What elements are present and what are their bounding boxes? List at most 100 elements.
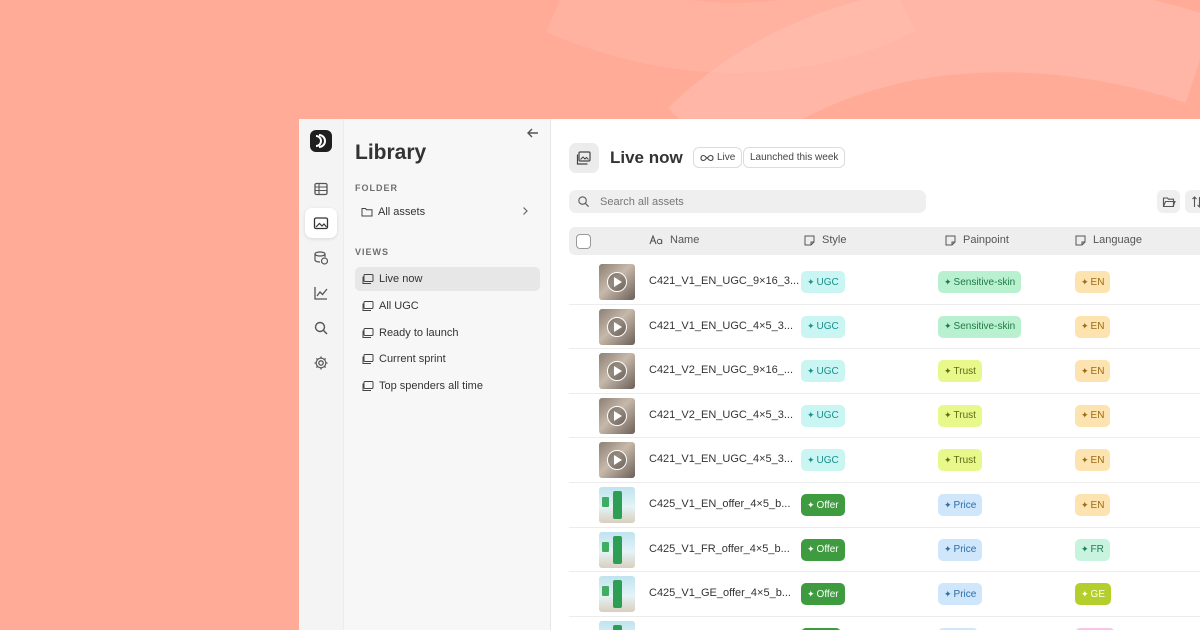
trend-chart-icon[interactable] — [305, 278, 337, 308]
image-thumbnail[interactable] — [599, 620, 635, 630]
view-item-ready-to-launch[interactable]: Ready to launch — [355, 321, 540, 345]
tag-label: EN — [1090, 365, 1105, 377]
style-tag[interactable]: ✦ UGC — [801, 315, 845, 338]
tag-label: Price — [953, 588, 977, 600]
view-item-label: All UGC — [379, 300, 419, 312]
view-item-label: Current sprint — [379, 353, 446, 365]
language-tag[interactable]: ✦ EN — [1075, 494, 1111, 516]
asset-name[interactable]: C421_V2_EN_UGC_4×5_3... — [649, 409, 793, 421]
style-tag[interactable]: ✦ UGC — [801, 404, 845, 427]
style-tag[interactable]: ✦ UGC — [801, 271, 845, 293]
sparkle-icon: ✦ — [944, 454, 952, 465]
table-row[interactable]: C421_V1_EN_UGC_4×5_3... ✦ UGC ✦ Sensitive-sk… — [569, 305, 1200, 350]
asset-name[interactable]: C421_V1_EN_UGC_9×16_3... — [649, 275, 799, 287]
painpoint-tag[interactable]: ✦ Trust — [938, 449, 982, 472]
tag-label: Offer — [816, 588, 839, 600]
language-tag[interactable]: ✦ EN — [1075, 315, 1111, 338]
style-tag[interactable]: ✦ UGC — [801, 360, 845, 383]
chip-label: Launched this week — [750, 152, 839, 163]
view-item-current-sprint[interactable]: Current sprint — [355, 347, 540, 371]
video-thumbnail[interactable] — [599, 353, 635, 390]
folder-open-button[interactable] — [1157, 190, 1180, 213]
style-tag[interactable]: ✦ Offer — [801, 583, 845, 606]
painpoint-tag[interactable]: ✦ Trust — [938, 404, 982, 427]
asset-name[interactable]: C425_V1_GE_offer_4×5_b... — [649, 587, 791, 599]
view-item-live-now[interactable]: Live now — [355, 267, 540, 291]
live-chip[interactable]: Live — [693, 147, 743, 168]
library-panel: Library FOLDER All assets VIEWS Live now… — [344, 119, 551, 630]
language-tag[interactable]: ✦ EN — [1075, 360, 1111, 383]
search-input[interactable]: Search all assets — [569, 190, 926, 213]
tag-label: Sensitive-skin — [953, 276, 1016, 288]
table-row[interactable]: C425_V1_GE_offer_4×5_b... ✦ Offer ✦ Price ✦ GE — [569, 572, 1200, 617]
language-tag[interactable]: ✦ FR — [1075, 538, 1110, 561]
tag-label: Price — [953, 544, 977, 556]
search-icon[interactable] — [305, 313, 337, 343]
language-tag[interactable]: ✦ EN — [1075, 404, 1111, 427]
play-icon — [607, 361, 627, 382]
sparkle-icon: ✦ — [807, 454, 815, 465]
column-header-language[interactable]: Language — [1075, 234, 1142, 246]
language-tag[interactable]: ✦ GE — [1075, 583, 1111, 606]
tag-label: FR — [1090, 544, 1104, 556]
style-tag[interactable]: ✦ UGC — [801, 449, 845, 472]
view-item-all-ugc[interactable]: All UGC — [355, 294, 540, 318]
painpoint-tag[interactable]: ✦ Price — [938, 583, 983, 606]
table-row[interactable]: C421_V1_EN_UGC_4×5_3... ✦ UGC ✦ Trust ✦ EN — [569, 438, 1200, 483]
language-tag[interactable]: ✦ EN — [1075, 271, 1111, 293]
view-item-top-spenders[interactable]: Top spenders all time — [355, 374, 540, 398]
gallery-icon — [362, 354, 374, 364]
table-row[interactable]: C425_V1_FR_offer_4×5_b... ✦ Offer ✦ Price ✦ FR — [569, 528, 1200, 573]
video-thumbnail[interactable] — [599, 308, 635, 345]
image-thumbnail[interactable] — [599, 487, 635, 523]
launched-this-week-chip[interactable]: Launched this week — [743, 147, 846, 168]
table-row[interactable]: C421_V2_EN_UGC_4×5_3... ✦ UGC ✦ Trust ✦ EN — [569, 394, 1200, 439]
video-thumbnail[interactable] — [599, 397, 635, 434]
tag-label: EN — [1090, 276, 1105, 288]
column-header-style[interactable]: Style — [804, 234, 846, 246]
image-folder-icon[interactable] — [305, 208, 337, 238]
tag-label: Price — [953, 499, 977, 511]
table-row[interactable] — [569, 617, 1200, 630]
column-header-label: Language — [1093, 234, 1142, 246]
view-item-label: Live now — [379, 273, 423, 285]
sparkle-icon: ✦ — [944, 365, 952, 376]
sparkle-icon: ✦ — [807, 544, 815, 555]
table-row[interactable]: C425_V1_EN_offer_4×5_b... ✦ Offer ✦ Price ✦ EN — [569, 483, 1200, 528]
image-thumbnail[interactable] — [599, 576, 635, 613]
asset-name[interactable]: C425_V1_FR_offer_4×5_b... — [649, 543, 790, 555]
painpoint-tag[interactable]: ✦ Trust — [938, 360, 982, 383]
painpoint-tag[interactable]: ✦ Price — [938, 494, 983, 516]
table-icon[interactable] — [305, 174, 337, 204]
style-tag[interactable]: ✦ Offer — [801, 494, 845, 516]
painpoint-tag[interactable]: ✦ Price — [938, 538, 983, 561]
table-row[interactable]: C421_V2_EN_UGC_9×16_... ✦ UGC ✦ Trust ✦ EN — [569, 349, 1200, 394]
video-thumbnail[interactable] — [599, 442, 635, 479]
asset-name[interactable]: C421_V2_EN_UGC_9×16_... — [649, 364, 793, 376]
tag-field-icon — [804, 235, 815, 245]
select-all-checkbox[interactable] — [576, 234, 591, 249]
painpoint-tag[interactable]: ✦ Sensitive-skin — [938, 271, 1022, 293]
image-thumbnail[interactable] — [599, 531, 635, 568]
language-tag[interactable]: ✦ EN — [1075, 449, 1111, 472]
folder-section-label: FOLDER — [355, 183, 398, 193]
folder-item-all-assets[interactable]: All assets — [361, 203, 541, 221]
coins-icon[interactable] — [305, 243, 337, 273]
painpoint-tag[interactable]: ✦ Sensitive-skin — [938, 315, 1022, 338]
column-header-name[interactable]: Name — [649, 234, 699, 246]
video-thumbnail[interactable] — [599, 264, 635, 300]
column-header-label: Style — [822, 234, 847, 246]
app-logo[interactable] — [310, 130, 332, 152]
sort-button[interactable] — [1185, 190, 1200, 213]
arrow-left-icon[interactable] — [525, 125, 541, 141]
column-header-painpoint[interactable]: Painpoint — [945, 234, 1009, 246]
gear-icon[interactable] — [305, 348, 337, 378]
asset-name[interactable]: C421_V1_EN_UGC_4×5_3... — [649, 453, 793, 465]
asset-name[interactable]: C425_V1_EN_offer_4×5_b... — [649, 498, 790, 510]
asset-name[interactable]: C421_V1_EN_UGC_4×5_3... — [649, 320, 793, 332]
style-tag[interactable]: ✦ Offer — [801, 538, 845, 561]
sparkle-icon: ✦ — [807, 276, 815, 287]
views-section-label: VIEWS — [355, 247, 390, 257]
sparkle-icon: ✦ — [807, 365, 815, 376]
table-row[interactable]: C421_V1_EN_UGC_9×16_3... ✦ UGC ✦ Sensitive-s… — [569, 260, 1200, 305]
